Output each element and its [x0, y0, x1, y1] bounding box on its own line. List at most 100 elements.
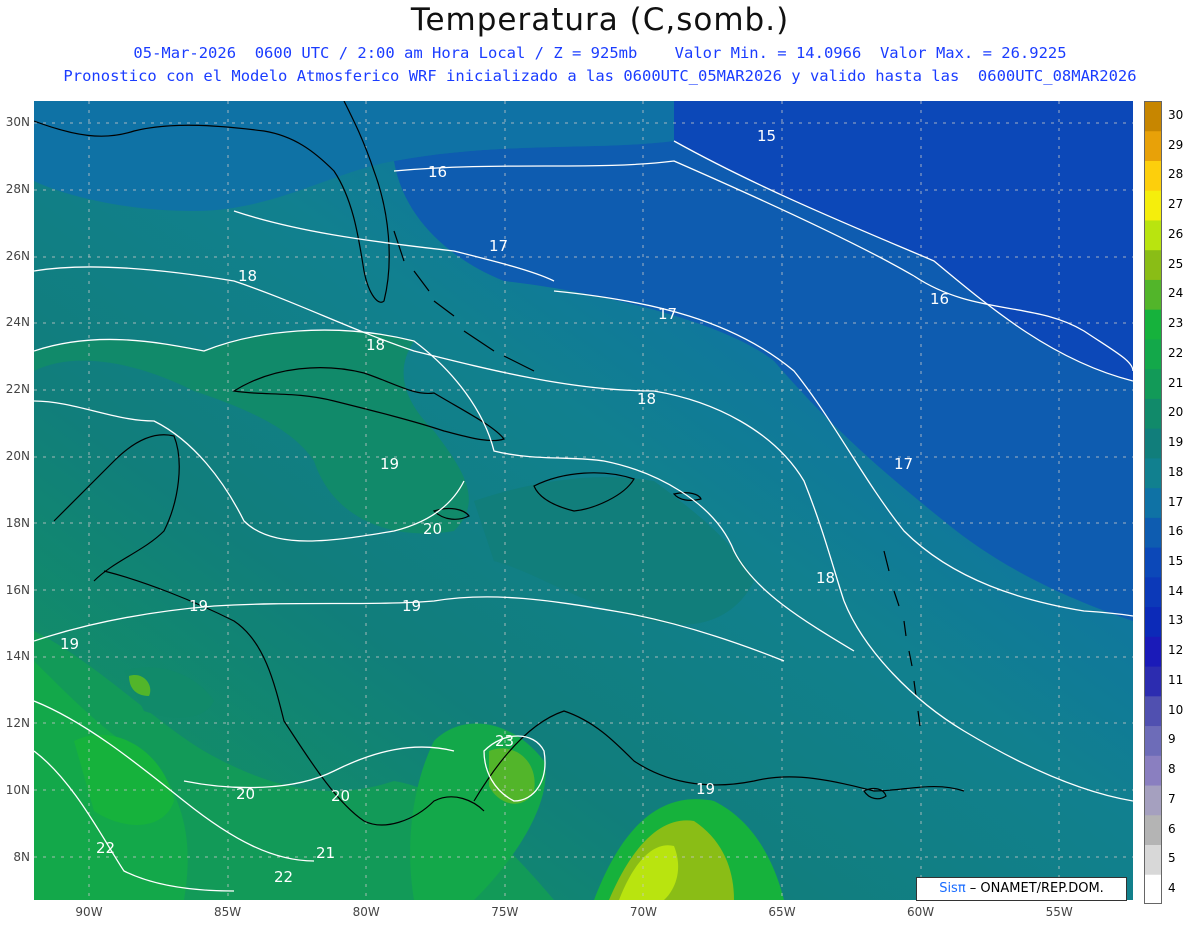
- colorbar-tick-label: 19: [1168, 435, 1184, 450]
- contour-label: 16: [428, 163, 447, 181]
- contour-label: 20: [423, 520, 442, 538]
- contour-label: 17: [894, 455, 913, 473]
- colorbar-swatch: [1144, 338, 1162, 370]
- colorbar-swatch: [1144, 874, 1162, 904]
- contour-label: 18: [637, 390, 656, 408]
- longitude-label: 75W: [491, 905, 519, 919]
- colorbar-swatch: [1144, 844, 1162, 875]
- colorbar-tick-label: 7: [1168, 791, 1176, 806]
- latitude-label: 16N: [5, 582, 30, 597]
- colorbar-swatch: [1144, 368, 1162, 399]
- colorbar-swatch: [1144, 457, 1162, 489]
- credit-box: Sisπ – ONAMET/REP.DOM.: [916, 877, 1127, 901]
- colorbar: [1144, 101, 1162, 904]
- colorbar-swatch: [1144, 219, 1162, 251]
- longitude-label: 85W: [214, 905, 242, 919]
- colorbar-tick-label: 27: [1168, 197, 1184, 212]
- colorbar-tick-label: 26: [1168, 226, 1184, 241]
- longitude-label: 55W: [1045, 905, 1073, 919]
- colorbar-tick-label: 4: [1168, 881, 1176, 896]
- latitude-label: 26N: [5, 248, 30, 263]
- latitude-label: 10N: [5, 783, 30, 797]
- colorbar-tick-label: 14: [1168, 583, 1184, 598]
- colorbar-swatch: [1144, 547, 1162, 578]
- temperature-map: 15 16 16 17 17 17 18 18 18 18 19 19 19 1…: [34, 101, 1133, 900]
- colorbar-swatch: [1144, 785, 1162, 816]
- latitude-label: 14N: [5, 649, 30, 664]
- colorbar-tick-label: 24: [1168, 286, 1184, 301]
- longitude-label: 60W: [907, 905, 935, 919]
- colorbar-swatch: [1144, 695, 1162, 727]
- contour-label: 15: [757, 127, 776, 145]
- latitude-label: 28N: [5, 181, 30, 196]
- colorbar-tick-label: 20: [1168, 405, 1184, 420]
- colorbar-tick-label: 22: [1168, 345, 1184, 360]
- contour-label: 21: [316, 844, 335, 862]
- colorbar-swatch: [1144, 428, 1162, 459]
- colorbar-tick-label: 15: [1168, 553, 1184, 568]
- longitude-label: 70W: [629, 905, 657, 919]
- latitude-label: 20N: [5, 449, 30, 463]
- contour-label: 17: [658, 305, 677, 323]
- colorbar-tick-label: 8: [1168, 762, 1176, 777]
- colorbar-swatch: [1144, 279, 1162, 310]
- contour-label: 18: [366, 336, 385, 354]
- chart-title: Temperatura (C,somb.): [410, 2, 790, 38]
- colorbar-tick-label: 6: [1168, 821, 1176, 836]
- colorbar-tick-label: 5: [1168, 851, 1176, 866]
- latitude-label: 18N: [5, 515, 30, 530]
- contour-label: 23: [495, 732, 514, 750]
- colorbar-tick-label: 21: [1168, 375, 1184, 390]
- latitude-label: 8N: [13, 849, 30, 864]
- colorbar-swatch: [1144, 487, 1162, 518]
- colorbar-swatch: [1144, 517, 1162, 548]
- colorbar-tick-label: 23: [1168, 316, 1184, 331]
- colorbar-swatch: [1144, 725, 1162, 756]
- colorbar-swatch: [1144, 814, 1162, 846]
- latitude-label: 12N: [5, 716, 30, 731]
- contour-label: 19: [696, 780, 715, 798]
- contour-label: 22: [96, 839, 115, 857]
- contour-label: 17: [489, 237, 508, 255]
- latitude-label: 22N: [5, 382, 30, 397]
- contour-label: 19: [189, 597, 208, 615]
- contour-label: 18: [816, 569, 835, 587]
- credit-brand: Sisπ: [939, 881, 966, 896]
- chart-subtitle-2: Pronostico con el Modelo Atmosferico WRF…: [63, 67, 1137, 85]
- longitude-label: 65W: [768, 905, 796, 919]
- contour-label: 19: [402, 597, 421, 615]
- latitude-label: 30N: [5, 115, 30, 129]
- contour-label: 19: [380, 455, 399, 473]
- colorbar-tick-label: 11: [1168, 672, 1184, 687]
- contour-label: 22: [274, 868, 293, 886]
- colorbar-tick-label: 13: [1168, 613, 1184, 628]
- chart-subtitle-1: 05-Mar-2026 0600 UTC / 2:00 am Hora Loca…: [133, 44, 1067, 62]
- contour-label: 18: [238, 267, 257, 285]
- contour-label: 19: [60, 635, 79, 653]
- longitude-label: 90W: [75, 905, 103, 919]
- colorbar-swatch: [1144, 101, 1162, 132]
- credit-text: – ONAMET/REP.DOM.: [965, 881, 1104, 896]
- colorbar-swatch: [1144, 398, 1162, 429]
- colorbar-swatch: [1144, 755, 1162, 786]
- colorbar-tick-label: 12: [1168, 643, 1184, 658]
- colorbar-tick-label: 18: [1168, 464, 1184, 479]
- colorbar-swatch: [1144, 636, 1162, 667]
- colorbar-swatch: [1144, 606, 1162, 637]
- colorbar-swatch: [1144, 666, 1162, 697]
- colorbar-tick-label: 29: [1168, 137, 1184, 152]
- colorbar-tick-label: 16: [1168, 524, 1184, 539]
- contour-label: 20: [236, 785, 255, 803]
- colorbar-swatch: [1144, 576, 1162, 608]
- colorbar-tick-label: 17: [1168, 494, 1184, 509]
- colorbar-tick-label: 9: [1168, 732, 1176, 747]
- latitude-label: 24N: [5, 315, 30, 330]
- colorbar-swatch: [1144, 190, 1162, 221]
- colorbar-swatch: [1144, 249, 1162, 280]
- colorbar-swatch: [1144, 130, 1162, 161]
- colorbar-tick-label: 30: [1168, 107, 1184, 122]
- colorbar-tick-label: 28: [1168, 167, 1184, 182]
- contour-label: 16: [930, 290, 949, 308]
- contour-label: 20: [331, 787, 350, 805]
- colorbar-tick-label: 10: [1168, 702, 1184, 717]
